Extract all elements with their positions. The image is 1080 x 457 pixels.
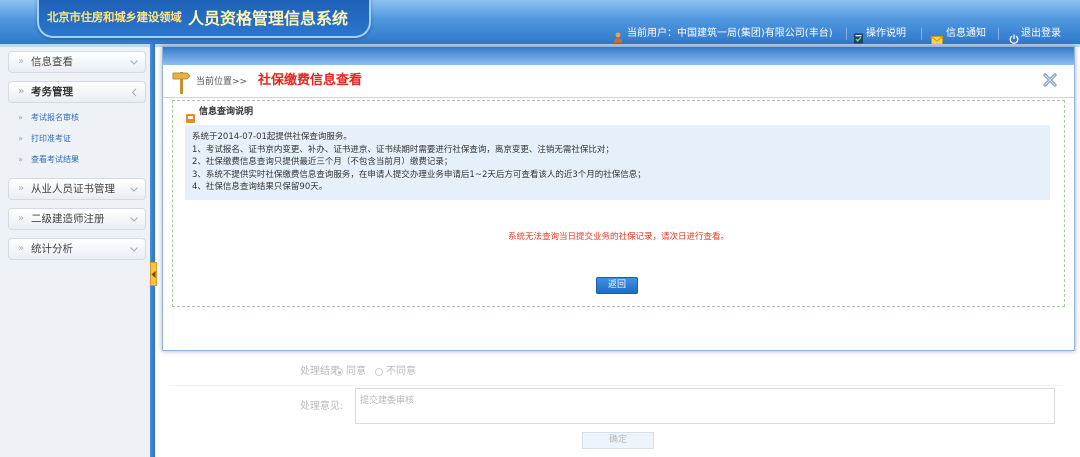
note-line: 3、系统不提供实时社保缴费信息查询服务，在申请人提交办理业务申请后1~2天后方可… bbox=[192, 169, 646, 180]
signpost-icon bbox=[172, 70, 192, 98]
page-title: 社保缴费信息查看 bbox=[258, 73, 363, 88]
breadcrumb-prefix: 当前位置>> bbox=[196, 77, 248, 87]
note-line: 4、社保信息查询结果只保留90天。 bbox=[192, 182, 328, 193]
radio-disagree[interactable] bbox=[375, 368, 383, 376]
form-row-divider bbox=[170, 385, 1062, 386]
query-info-panel: 信息查询说明 系统于2014-07-01起提供社保查询服务。 1、考试报名、证书… bbox=[172, 100, 1065, 307]
confirm-button[interactable]: 确定 bbox=[582, 432, 654, 449]
radio-agree-label: 同意 bbox=[346, 366, 366, 377]
note-line: 2、社保缴费信息查询只提供最近三个月（不包含当前月）缴费记录； bbox=[192, 157, 453, 168]
social-security-dialog: 当前位置>> 社保缴费信息查看 信息查询说明 系统于2014-07-01起提供社… bbox=[162, 46, 1075, 351]
breadcrumb: 当前位置>> 社保缴费信息查看 bbox=[163, 65, 1074, 98]
note-line: 1、考试报名、证书京内变更、补办、证书进京、证书续期时需要进行社保查询，离京变更… bbox=[192, 144, 614, 155]
opinion-textarea[interactable]: 提交建委审核 bbox=[355, 388, 1055, 424]
radio-disagree-label: 不同意 bbox=[386, 366, 416, 377]
sidebar-collapse-handle[interactable] bbox=[150, 262, 157, 286]
radio-agree[interactable] bbox=[335, 368, 343, 376]
back-button[interactable]: 返回 bbox=[596, 277, 638, 294]
opinion-label: 处理意见: bbox=[300, 401, 344, 412]
triangle-left-icon bbox=[151, 271, 156, 278]
close-icon[interactable] bbox=[1042, 72, 1058, 92]
dialog-title-band bbox=[163, 47, 1074, 65]
section-title: 信息查询说明 bbox=[199, 107, 254, 117]
note-line: 系统于2014-07-01起提供社保查询服务。 bbox=[192, 132, 352, 142]
query-notes-box: 系统于2014-07-01起提供社保查询服务。 1、考试报名、证书京内变更、补办… bbox=[185, 125, 1050, 200]
warning-message: 系统无法查询当日提交业务的社保记录，请次日进行查看。 bbox=[507, 232, 729, 242]
